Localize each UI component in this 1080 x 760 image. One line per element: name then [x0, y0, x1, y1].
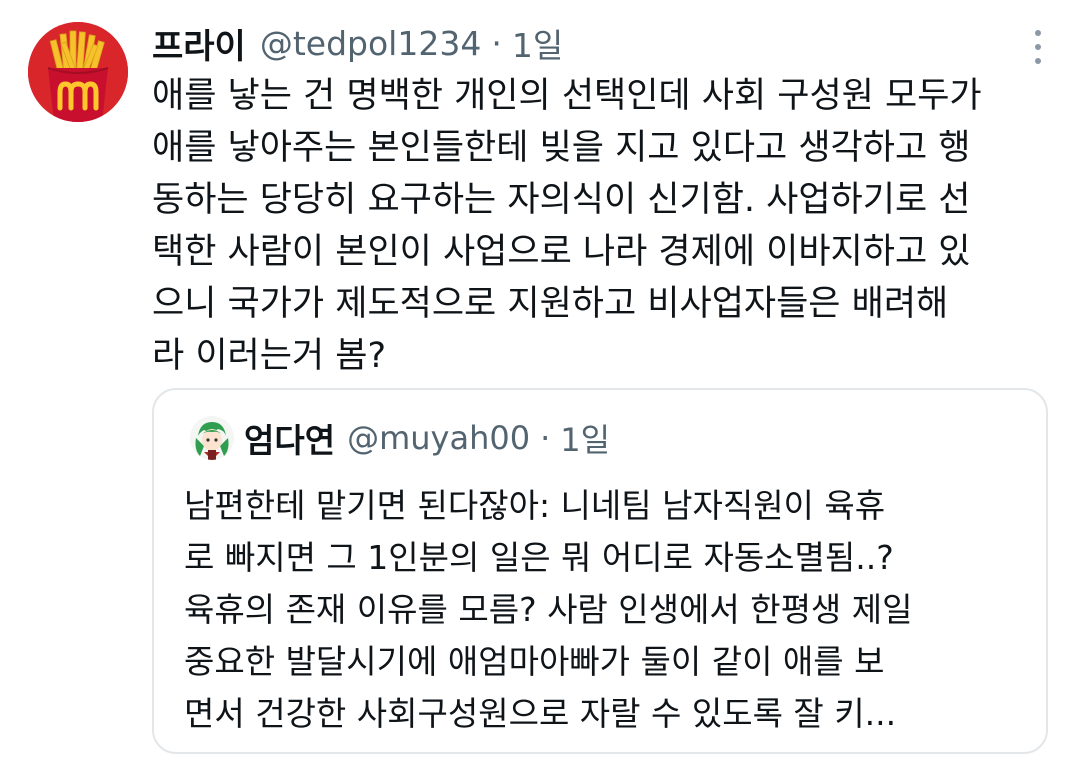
author-handle[interactable]: @tedpol1234 [260, 24, 481, 63]
tweet-text-line: 으니 국가가 제도적으로 지원하고 비사업자들은 배려해 [152, 284, 949, 324]
quoted-text-line: 남편한테 맡기면 된다잖아: 니네팀 남자직원이 육휴 [184, 486, 886, 525]
quoted-tweet-header: 엄다연 @muyah00 · 1일 [244, 416, 610, 460]
quoted-text-line: 로 빠지면 그 1인분의 일은 뭐 어디로 자동소멸됨..? [184, 538, 894, 577]
tweet-text-line: 애를 낳아주는 본인들한테 빚을 지고 있다고 생각하고 행 [152, 128, 971, 168]
tweet-timestamp[interactable]: 1일 [512, 19, 563, 67]
separator-dot: · [491, 23, 502, 63]
quoted-tweet-card[interactable]: 엄다연 @muyah00 · 1일 남편한테 맡기면 된다잖아: 니네팀 남자직… [152, 388, 1048, 754]
user-avatar[interactable] [28, 22, 128, 122]
tweet-text-line: 애를 낳는 건 명백한 개인의 선택인데 사회 구성원 모두가 [152, 76, 982, 116]
tweet-text-line: 라 이러는거 봄? [152, 336, 387, 376]
quoted-tweet-text: 남편한테 맡기면 된다잖아: 니네팀 남자직원이 육휴 로 빠지면 그 1인분의… [184, 480, 1014, 740]
quoted-text-line: 중요한 발달시기에 애엄마아빠가 둘이 같이 애를 보 [184, 642, 885, 681]
author-display-name[interactable]: 프라이 [152, 19, 246, 68]
quoted-tweet-timestamp[interactable]: 1일 [560, 415, 610, 461]
quoted-text-line: 육휴의 존재 이유를 모름? 사람 인생에서 한평생 제일 [184, 590, 913, 629]
quoted-author-display-name[interactable]: 엄다연 [244, 414, 335, 462]
tweet-header: 프라이 @tedpol1234 · 1일 [152, 19, 563, 68]
tweet-text-line: 택한 사람이 본인이 사업으로 나라 경제에 이바지하고 있 [152, 232, 971, 272]
separator-dot: · [540, 419, 551, 457]
anime-character-avatar-icon [190, 416, 234, 460]
more-options-icon[interactable] [1026, 30, 1050, 64]
tweet-text: 애를 낳는 건 명백한 개인의 선택인데 사회 구성원 모두가 애를 낳아주는 … [152, 70, 1052, 382]
mcdonalds-fries-icon [28, 22, 128, 122]
quoted-user-avatar[interactable] [190, 416, 234, 460]
tweet-text-line: 동하는 당당히 요구하는 자의식이 신기함. 사업하기로 선 [152, 180, 971, 220]
quoted-text-line: 면서 건강한 사회구성원으로 자랄 수 있도록 잘 키... [184, 694, 897, 733]
quoted-author-handle[interactable]: @muyah00 [347, 419, 530, 457]
